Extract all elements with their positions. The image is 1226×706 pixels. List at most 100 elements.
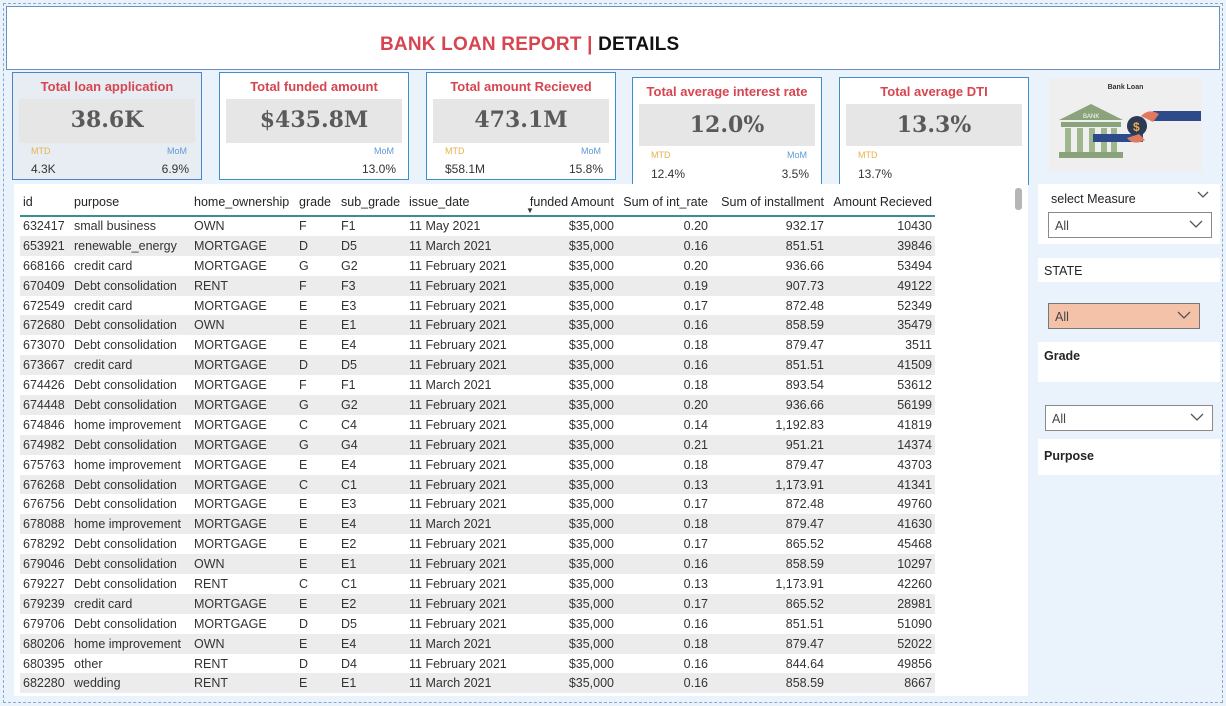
col-header-home-ownership[interactable]: home_ownership xyxy=(191,188,296,217)
table-scrollbar[interactable] xyxy=(1015,188,1022,210)
cell-home-ownership: MORTGAGE xyxy=(194,497,267,512)
col-header-sum-of-installment[interactable]: Sum of installment xyxy=(711,188,827,217)
mom-value: 15.8% xyxy=(568,162,603,176)
table-row[interactable]: 676268 Debt consolidation MORTGAGE C C1 11 Fe… xyxy=(20,474,935,495)
dollar-sign: $ xyxy=(1133,120,1140,134)
table-row[interactable]: 653921 renewable_energy MORTGAGE D D5 11 Marc… xyxy=(20,235,935,256)
cell-funded-amount: $35,000 xyxy=(568,258,614,273)
cell-issue-date: 11 February 2021 xyxy=(409,298,507,313)
kpi-card-total-loan-application[interactable]: Total loan application 38.6K MTD MoM 4.3… xyxy=(12,72,202,180)
cell-amount-recieved: 28981 xyxy=(827,593,935,614)
table-row[interactable]: 680395 other RENT D D4 11 February 2021 $35,00… xyxy=(20,654,935,674)
table-row[interactable]: 674846 home improvement MORTGAGE C C4 11 Febr… xyxy=(20,415,935,435)
mom-value: 13.0% xyxy=(361,162,396,176)
col-header-id[interactable]: id xyxy=(20,188,71,217)
cell-funded-amount: $35,000 xyxy=(568,417,614,432)
table-row[interactable]: 678292 Debt consolidation MORTGAGE E E2 11 Fe… xyxy=(20,534,935,554)
col-header-sub-grade[interactable]: sub_grade xyxy=(338,188,406,217)
mtd-label: MTD xyxy=(31,146,51,156)
sort-descending-icon[interactable]: ▼ xyxy=(526,206,534,215)
cell-int-rate: 0.16 xyxy=(617,235,711,256)
cell-id: 674846 xyxy=(23,417,65,432)
cell-sub-grade: E1 xyxy=(338,673,406,694)
cell-funded-amount: $35,000 xyxy=(519,395,617,415)
cell-purpose: credit card xyxy=(74,298,133,313)
cell-issue-date: 11 February 2021 xyxy=(406,474,519,495)
table-row[interactable]: 682280 wedding RENT E E1 11 March 2021 $35,000… xyxy=(20,673,935,694)
col-header-grade[interactable]: grade xyxy=(296,188,338,217)
cell-issue-date: 11 February 2021 xyxy=(406,275,519,296)
table-row[interactable]: 679706 Debt consolidation MORTGAGE D D5 11 Fe… xyxy=(20,614,935,634)
table-row[interactable]: 672549 credit card MORTGAGE E E3 11 February … xyxy=(20,296,935,316)
cell-installment: 858.59 xyxy=(711,673,827,694)
cell-int-rate: 0.21 xyxy=(617,434,711,455)
cell-purpose: Debt consolidation xyxy=(71,474,191,495)
cell-grade: F xyxy=(299,219,307,234)
table-row[interactable]: 679239 credit card MORTGAGE E E2 11 February … xyxy=(20,593,935,614)
cell-installment: 872.48 xyxy=(785,298,824,313)
table-row[interactable]: 674982 Debt consolidation MORTGAGE G G4 11 Fe… xyxy=(20,434,935,455)
table-row[interactable]: 673667 credit card MORTGAGE D D5 11 February … xyxy=(20,355,935,376)
cell-sub-grade: F1 xyxy=(341,219,356,234)
cell-funded-amount: $35,000 xyxy=(519,633,617,654)
cell-int-rate: 0.18 xyxy=(683,457,708,472)
cell-installment: 858.59 xyxy=(711,315,827,336)
cell-sub-grade: E4 xyxy=(341,457,357,472)
table-row[interactable]: 679046 Debt consolidation OWN E E1 11 Februar… xyxy=(20,554,935,575)
kpi-card-total-average-interest-rate[interactable]: Total average interest rate 12.0% MTD Mo… xyxy=(632,77,822,185)
table-row[interactable]: 674426 Debt consolidation MORTGAGE F F1 11 Ma… xyxy=(20,375,935,395)
table-row[interactable]: 670409 Debt consolidation RENT F F3 11 Februa… xyxy=(20,275,935,296)
kpi-card-total-amount-recieved[interactable]: Total amount Recieved 473.1M MTD MoM $58… xyxy=(426,72,616,180)
table-row[interactable]: 668166 credit card MORTGAGE G G2 11 February … xyxy=(20,256,935,276)
col-header-issue-date[interactable]: issue_date xyxy=(406,188,519,217)
cell-purpose: wedding xyxy=(71,673,191,694)
cell-sub-grade: E4 xyxy=(338,633,406,654)
kpi-card-total-average-dti[interactable]: Total average DTI 13.3% MTD 13.7% xyxy=(839,77,1029,185)
cell-purpose: Debt consolidation xyxy=(71,554,191,575)
cell-amount-recieved: 14374 xyxy=(827,434,935,455)
cell-home-ownership: MORTGAGE xyxy=(191,434,296,455)
cell-grade: E xyxy=(296,633,338,654)
table-row[interactable]: 680206 home improvement OWN E E4 11 March 202… xyxy=(20,633,935,654)
cell-grade: E xyxy=(296,673,338,694)
state-dropdown[interactable]: All xyxy=(1048,303,1200,329)
loan-details-table[interactable]: id purpose home_ownership grade sub_grad… xyxy=(14,184,1028,696)
cell-purpose: home improvement xyxy=(71,514,191,535)
kpi-value-box: 473.1M xyxy=(433,99,609,143)
cell-installment: 851.51 xyxy=(711,355,827,376)
kpi-card-total-funded-amount[interactable]: Total funded amount $435.8M MoM 13.0% xyxy=(219,72,409,180)
table-row[interactable]: 675763 home improvement MORTGAGE E E4 11 Febr… xyxy=(20,455,935,475)
select-measure-dropdown[interactable]: All xyxy=(1048,212,1212,238)
cell-home-ownership: OWN xyxy=(191,633,296,654)
cell-sub-grade: C1 xyxy=(338,474,406,495)
col-header-purpose[interactable]: purpose xyxy=(71,188,191,217)
mtd-value: $58.1M xyxy=(445,162,486,176)
cell-issue-date: 11 February 2021 xyxy=(406,554,519,575)
col-header-amount-recieved[interactable]: Amount Recieved xyxy=(827,188,935,217)
cell-id: 678088 xyxy=(20,514,71,535)
cell-issue-date: 11 March 2021 xyxy=(406,673,519,694)
table-row[interactable]: 674448 Debt consolidation MORTGAGE G G2 11 Fe… xyxy=(20,395,935,415)
cell-grade: E xyxy=(299,457,308,472)
cell-purpose: Debt consolidation xyxy=(71,395,191,415)
mtd-label: MTD xyxy=(445,146,465,156)
cell-issue-date: 11 February 2021 xyxy=(406,395,519,415)
col-header-sum-of-int-rate[interactable]: Sum of int_rate xyxy=(617,188,711,217)
table-row[interactable]: 672680 Debt consolidation OWN E E1 11 Februar… xyxy=(20,315,935,336)
cell-amount-recieved: 53494 xyxy=(897,258,932,273)
table-row[interactable]: 632417 small business OWN F F1 11 May 2021 $35… xyxy=(20,216,935,236)
cell-int-rate: 0.16 xyxy=(617,673,711,694)
details-table: id purpose home_ownership grade sub_grad… xyxy=(20,188,935,694)
grade-dropdown[interactable]: All xyxy=(1045,405,1213,431)
table-row[interactable]: 678088 home improvement MORTGAGE E E4 11 Marc… xyxy=(20,514,935,535)
table-row[interactable]: 679227 Debt consolidation RENT C C1 11 Februa… xyxy=(20,574,935,594)
cell-grade: E xyxy=(296,315,338,336)
kpi-value-box: 13.3% xyxy=(846,104,1022,146)
table-row[interactable]: 676756 Debt consolidation MORTGAGE E E3 11 Fe… xyxy=(20,494,935,514)
chevron-down-icon[interactable] xyxy=(1197,190,1209,200)
cell-int-rate: 0.16 xyxy=(683,616,708,631)
cell-grade: C xyxy=(296,474,338,495)
table-row[interactable]: 673070 Debt consolidation MORTGAGE E E4 11 Fe… xyxy=(20,335,935,355)
cell-issue-date: 11 February 2021 xyxy=(409,656,507,671)
cell-installment: 879.47 xyxy=(785,457,824,472)
